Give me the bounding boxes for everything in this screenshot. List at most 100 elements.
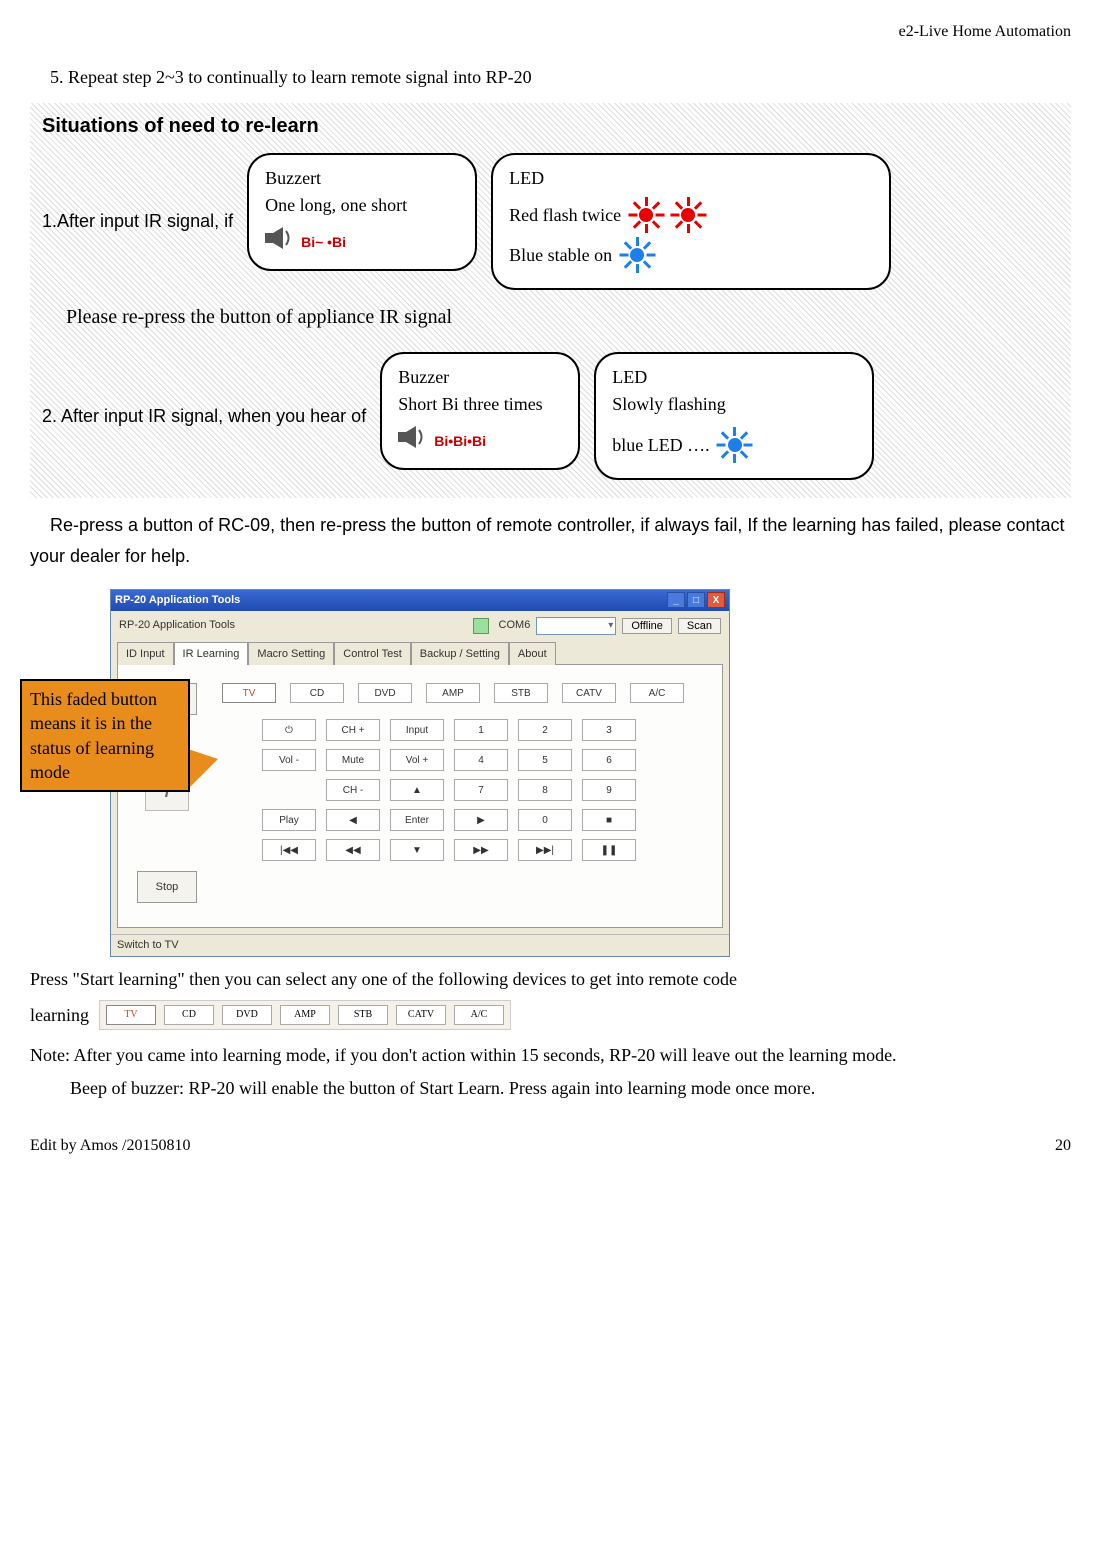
btn-vol-up[interactable]: Vol + — [390, 749, 444, 771]
btn-stop-media[interactable]: ■ — [582, 809, 636, 831]
btn-up[interactable]: ▲ — [390, 779, 444, 801]
btn-down[interactable]: ▼ — [390, 839, 444, 861]
btn-7[interactable]: 7 — [454, 779, 508, 801]
device-stb[interactable]: STB — [494, 683, 548, 703]
buzzert-desc: One long, one short — [265, 192, 459, 219]
speaker-icon — [265, 225, 295, 259]
page-header: e2-Live Home Automation — [30, 20, 1071, 44]
device-tv[interactable]: TV — [222, 683, 276, 703]
situation-2-row: 2. After input IR signal, when you hear … — [42, 352, 1059, 480]
page-footer: Edit by Amos /20150810 20 — [30, 1134, 1071, 1158]
tab-ir-learning[interactable]: IR Learning — [174, 642, 249, 666]
offline-button[interactable]: Offline — [622, 618, 672, 634]
btn-1[interactable]: 1 — [454, 719, 508, 741]
btn-ch-up[interactable]: CH + — [326, 719, 380, 741]
titlebar: RP-20 Application Tools _ □ X — [111, 590, 729, 611]
blue-led-icon — [718, 428, 752, 462]
btn-play[interactable]: Play — [262, 809, 316, 831]
tab-control-test[interactable]: Control Test — [334, 642, 411, 666]
btn-power[interactable]: ⏻ — [262, 719, 316, 741]
device-cd[interactable]: CD — [290, 683, 344, 703]
app-subtitle: RP-20 Application Tools — [119, 617, 235, 634]
btn-0[interactable]: 0 — [518, 809, 572, 831]
btn-prev[interactable]: |◀◀ — [262, 839, 316, 861]
led2-row1: Slowly flashing — [612, 391, 856, 418]
tab-macro-setting[interactable]: Macro Setting — [248, 642, 334, 666]
device-ac[interactable]: A/C — [630, 683, 684, 703]
btn-right[interactable]: ▶ — [454, 809, 508, 831]
led1-row2-text: Blue stable on — [509, 242, 612, 269]
beep-line: Beep of buzzer: RP-20 will enable the bu… — [30, 1072, 1071, 1104]
callout-arrow-icon — [188, 749, 218, 789]
btn-mute[interactable]: Mute — [326, 749, 380, 771]
buzzer2-title: Buzzer — [398, 364, 562, 391]
step-5: 5. Repeat step 2~3 to continually to lea… — [50, 64, 1071, 91]
device-type-row: TV CD DVD AMP STB CATV A/C — [222, 683, 708, 703]
note-line: Note: After you came into learning mode,… — [30, 1039, 1071, 1071]
btn-next[interactable]: ▶▶| — [518, 839, 572, 861]
status-square-icon — [473, 618, 489, 634]
btn-3[interactable]: 3 — [582, 719, 636, 741]
device-dvd[interactable]: DVD — [358, 683, 412, 703]
btn-enter[interactable]: Enter — [390, 809, 444, 831]
inline-device-ac: A/C — [454, 1005, 504, 1025]
device-catv[interactable]: CATV — [562, 683, 616, 703]
btn-ch-down[interactable]: CH - — [326, 779, 380, 801]
stop-button[interactable]: Stop — [137, 871, 197, 903]
inline-device-tv: TV — [106, 1005, 156, 1025]
btn-2[interactable]: 2 — [518, 719, 572, 741]
buzzer2-desc: Short Bi three times — [398, 391, 562, 418]
btn-pause[interactable]: ❚❚ — [582, 839, 636, 861]
remote-button-grid: ⏻ CH + Input 1 2 3 Vol - Mute Vol + 4 5 … — [262, 719, 708, 861]
btn-vol-down[interactable]: Vol - — [262, 749, 316, 771]
btn-5[interactable]: 5 — [518, 749, 572, 771]
buzzert-bubble: Buzzert One long, one short Bi~ •Bi — [247, 153, 477, 271]
btn-8[interactable]: 8 — [518, 779, 572, 801]
buzzer2-sound: Bi•Bi•Bi — [398, 424, 562, 458]
buzzert-title: Buzzert — [265, 165, 459, 192]
tab-strip: ID Input IR Learning Macro Setting Contr… — [117, 641, 723, 665]
tab-backup-setting[interactable]: Backup / Setting — [411, 642, 509, 666]
led2-row2-text: blue LED …. — [612, 432, 709, 459]
btn-4[interactable]: 4 — [454, 749, 508, 771]
situation-1-lead: 1.After input IR signal, if — [42, 208, 233, 235]
app-toolbar: RP-20 Application Tools COM6 Offline Sca… — [111, 611, 729, 641]
minimize-button[interactable]: _ — [667, 592, 685, 608]
btn-ffwd[interactable]: ▶▶ — [454, 839, 508, 861]
tab-about[interactable]: About — [509, 642, 556, 666]
step-5-num: 5. — [50, 67, 64, 87]
com-label: COM6 — [499, 617, 531, 634]
buzzert-sound: Bi~ •Bi — [265, 225, 459, 259]
btn-input[interactable]: Input — [390, 719, 444, 741]
buzzer2-sound-text: Bi•Bi•Bi — [434, 431, 486, 452]
device-amp[interactable]: AMP — [426, 683, 480, 703]
btn-left[interactable]: ◀ — [326, 809, 380, 831]
buzzer2-bubble: Buzzer Short Bi three times Bi•Bi•Bi — [380, 352, 580, 470]
scan-button[interactable]: Scan — [678, 618, 721, 634]
window-title: RP-20 Application Tools — [115, 592, 240, 609]
blue-led-icon — [620, 238, 654, 272]
led1-bubble: LED Red flash twice Blue stable on — [491, 153, 891, 290]
callout-box: This faded button means it is in the sta… — [20, 679, 190, 792]
tab-id-input[interactable]: ID Input — [117, 642, 174, 666]
buzzert-sound-text: Bi~ •Bi — [301, 232, 346, 253]
close-button[interactable]: X — [707, 592, 725, 608]
red-led-icon — [671, 198, 705, 232]
status-bar: Switch to TV — [111, 934, 729, 956]
below-app-text: Press "Start learning" then you can sele… — [30, 963, 1071, 1105]
btn-rewind[interactable]: ◀◀ — [326, 839, 380, 861]
inline-device-cd: CD — [164, 1005, 214, 1025]
led1-row1-text: Red flash twice — [509, 202, 621, 229]
btn-6[interactable]: 6 — [582, 749, 636, 771]
com-dropdown[interactable] — [536, 617, 616, 635]
led2-bubble: LED Slowly flashing blue LED …. — [594, 352, 874, 480]
maximize-button[interactable]: □ — [687, 592, 705, 608]
btn-9[interactable]: 9 — [582, 779, 636, 801]
inline-device-stb: STB — [338, 1005, 388, 1025]
step-5-text: Repeat step 2~3 to continually to learn … — [68, 67, 532, 87]
footer-right: 20 — [1055, 1134, 1071, 1158]
app-screenshot-area: This faded button means it is in the sta… — [110, 589, 1071, 957]
re-press-paragraph: Re-press a button of RC-09, then re-pres… — [30, 510, 1071, 571]
led2-title: LED — [612, 364, 856, 391]
inline-device-dvd: DVD — [222, 1005, 272, 1025]
